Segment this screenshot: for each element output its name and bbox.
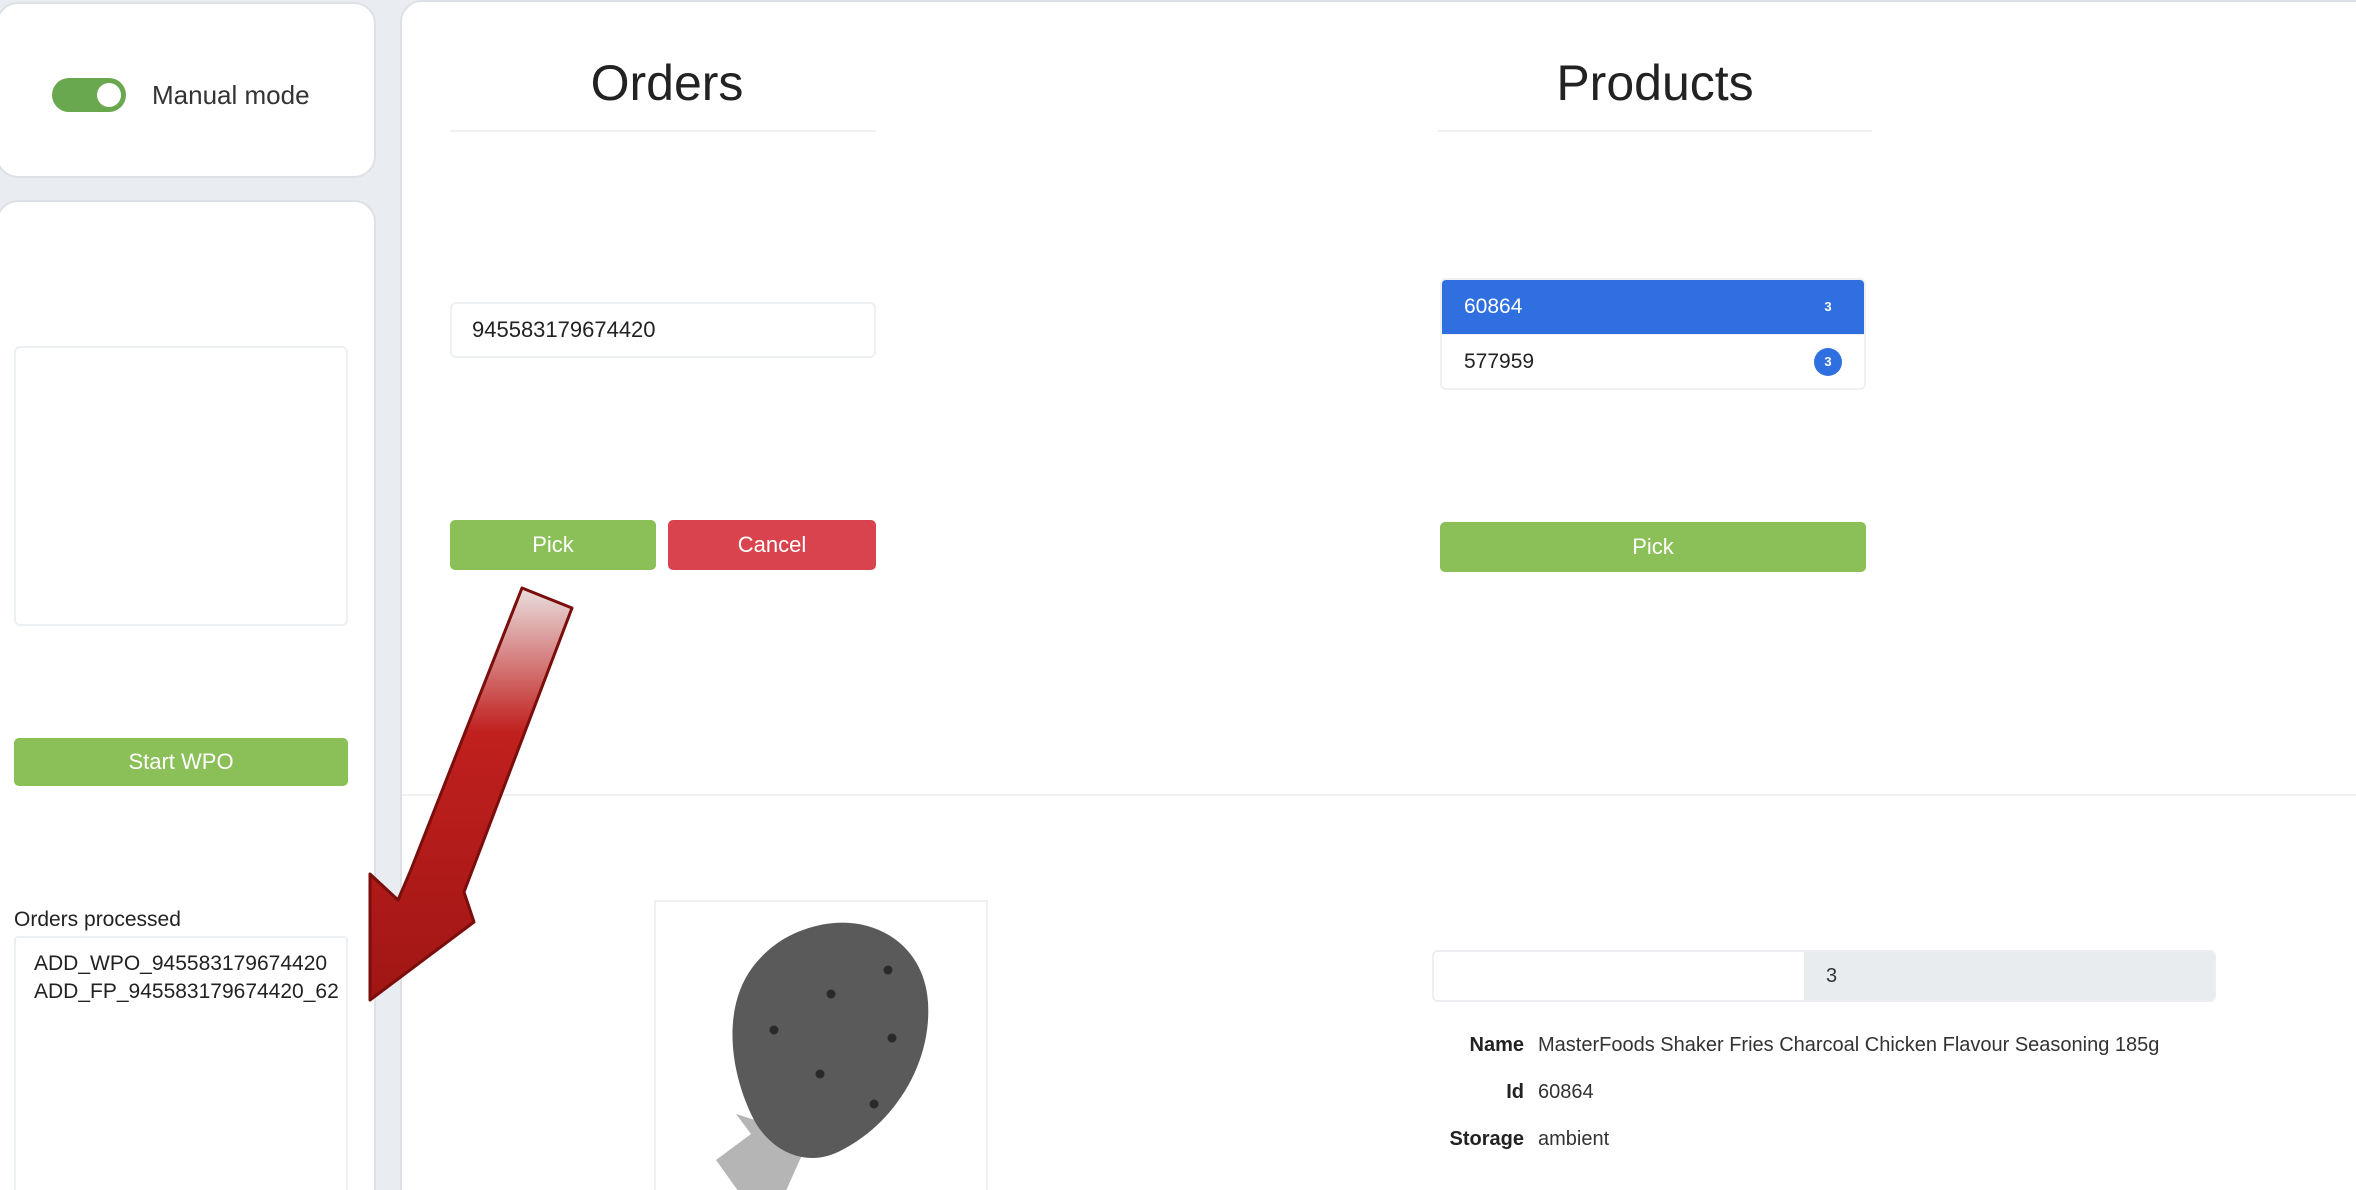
product-id-row: Id 60864: [1432, 1077, 1594, 1107]
order-id-input[interactable]: [450, 302, 876, 358]
product-count-badge: 3: [1824, 299, 1832, 314]
product-id: 577959: [1464, 350, 1535, 373]
products-list: 60864 3 577959 3: [1440, 278, 1866, 390]
products-title-divider: [1438, 130, 1872, 132]
scan-display-box: [14, 346, 348, 626]
products-title: Products: [1556, 55, 1754, 111]
product-name: MasterFoods Shaker Fries Charcoal Chicke…: [1538, 1034, 2160, 1056]
manual-mode-card: Manual mode: [0, 2, 376, 178]
orders-cancel-button[interactable]: Cancel: [668, 520, 876, 570]
product-image: [654, 900, 988, 1190]
product-id-value: 60864: [1538, 1081, 1594, 1103]
product-storage: ambient: [1538, 1128, 1610, 1150]
orders-title-divider: [450, 130, 876, 132]
orders-pick-button[interactable]: Pick: [450, 520, 656, 570]
product-name-row: Name MasterFoods Shaker Fries Charcoal Ch…: [1432, 1030, 2160, 1060]
start-wpo-button[interactable]: Start WPO: [14, 738, 348, 786]
product-count-badge: 3: [1814, 348, 1842, 376]
product-storage-row: Storage ambient: [1432, 1124, 1610, 1154]
left-sidebar-panel: Start WPO Orders processed ADD_WPO_94558…: [0, 200, 376, 1190]
quantity-input[interactable]: [1434, 952, 1804, 1000]
strawberry-icon: [716, 922, 929, 1190]
product-list-item[interactable]: 577959 3: [1442, 334, 1864, 388]
section-divider: [402, 794, 2356, 796]
quantity-input-group: 3: [1432, 950, 2216, 1002]
manual-mode-label: Manual mode: [152, 80, 310, 110]
product-id: 60864: [1464, 295, 1523, 318]
products-pick-button[interactable]: Pick: [1440, 522, 1866, 572]
orders-processed-label: Orders processed: [14, 908, 181, 931]
orders-title: Orders: [590, 55, 744, 111]
manual-mode-toggle[interactable]: [52, 78, 126, 112]
orders-processed-list[interactable]: ADD_WPO_945583179674420 ADD_FP_945583179…: [14, 936, 348, 1190]
name-label: Name: [1469, 1034, 1524, 1056]
main-panel: Orders Pick Cancel Products 60864 3 5779…: [400, 0, 2356, 1190]
product-list-item[interactable]: 60864 3: [1442, 280, 1864, 334]
storage-label: Storage: [1449, 1128, 1524, 1150]
quantity-addon: 3: [1804, 952, 2214, 1000]
id-label: Id: [1506, 1081, 1524, 1103]
processed-order-item: ADD_WPO_945583179674420: [34, 952, 328, 975]
toggle-knob: [97, 83, 121, 107]
processed-order-item: ADD_FP_945583179674420_62: [34, 980, 339, 1003]
